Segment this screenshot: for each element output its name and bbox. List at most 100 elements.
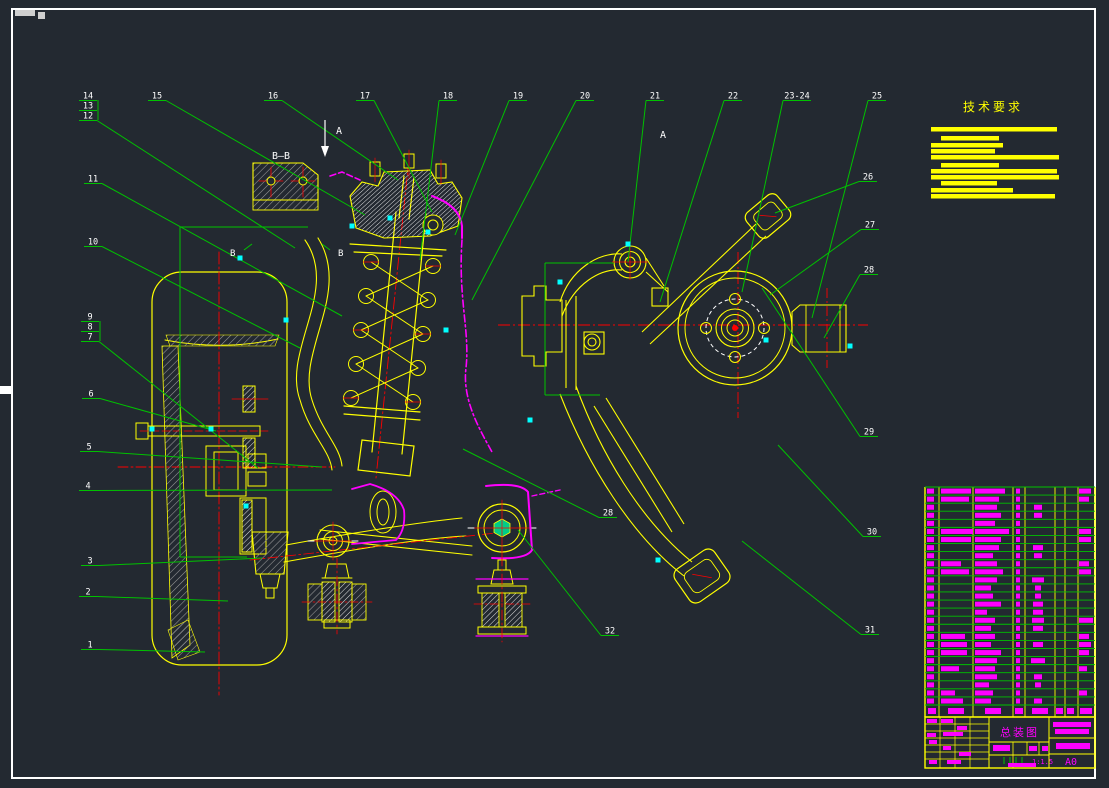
table-header-text [1067, 708, 1074, 714]
table-cell-text [975, 521, 995, 526]
title-block-text [929, 740, 937, 744]
table-cell-text [1016, 650, 1020, 655]
table-cell-text [1016, 577, 1020, 582]
title-block-text [927, 719, 937, 723]
tech-requirement-line [941, 136, 999, 141]
table-cell-text [975, 666, 995, 671]
title-block-text [929, 760, 937, 764]
plot-stamp-mark [38, 12, 45, 19]
title-block-text [1042, 746, 1048, 751]
callout-8: 8 [87, 323, 92, 333]
table-cell-text [1079, 650, 1089, 655]
leader-line [98, 452, 322, 468]
table-cell-text [1016, 594, 1020, 599]
tech-requirement-line [931, 194, 1055, 199]
table-cell-text [1016, 489, 1020, 494]
upper-link [642, 224, 766, 344]
callout-28: 28 [864, 266, 874, 276]
sheet-size: A0 [1065, 757, 1077, 768]
title-block-text [941, 719, 953, 723]
title-block-text [1053, 722, 1091, 727]
callout-25: 25 [872, 92, 882, 102]
title-block-text [993, 745, 1010, 751]
callout-32: 32 [605, 627, 615, 637]
section-bb-label: B—B [272, 151, 290, 162]
table-cell-text [975, 658, 997, 663]
lower-arm [284, 518, 472, 562]
node-marker [209, 427, 214, 432]
table-cell-text [927, 497, 934, 502]
drawing-sheet: 141312151617181920212223-242511109876543… [0, 0, 1109, 788]
bushing-detail-left [302, 558, 372, 634]
table-row [927, 594, 1041, 599]
table-header-text [1032, 708, 1048, 714]
table-cell-text [927, 634, 934, 639]
table-cell-text [975, 513, 1001, 518]
table-cell-text [1079, 489, 1091, 494]
table-cell-text [927, 513, 934, 518]
table-row [927, 610, 1043, 615]
tech-requirement-line [941, 181, 997, 186]
table-cell-text [1016, 521, 1020, 526]
table-cell-text [927, 585, 934, 590]
knuckle [296, 238, 342, 470]
tech-requirements: 技术要求 [931, 100, 1059, 199]
table-row [927, 489, 1091, 494]
table-cell-text [1034, 674, 1042, 679]
tech-requirement-line [931, 149, 995, 154]
tech-requirement-line [931, 175, 1059, 180]
callout-14: 14 [83, 92, 93, 102]
table-cell-text [975, 690, 993, 695]
section-a-arrowhead [321, 146, 329, 157]
table-cell-text [1016, 618, 1020, 623]
title-block-text [943, 732, 963, 736]
title-block-text [1029, 746, 1037, 751]
table-cell-text [975, 545, 999, 550]
callout-12: 12 [83, 112, 93, 122]
table-cell-text [1034, 699, 1042, 704]
table-cell-text [927, 658, 934, 663]
table-row [927, 545, 1043, 550]
table-cell-text [927, 594, 934, 599]
table-row [927, 682, 1041, 687]
section-bb-detail [253, 163, 318, 210]
table-cell-text [1079, 497, 1089, 502]
table-row [927, 658, 1045, 663]
table-cell-text [927, 674, 934, 679]
table-cell-text [1016, 634, 1020, 639]
title-block-text [1008, 763, 1036, 767]
table-header-text [948, 708, 964, 714]
table-cell-text [1016, 690, 1020, 695]
leader-line [762, 288, 860, 437]
table-cell-text [1032, 577, 1044, 582]
table-cell-text [941, 529, 973, 534]
table-cell-text [1034, 553, 1042, 558]
table-cell-text [975, 489, 1005, 494]
table-cell-text [975, 650, 1001, 655]
callout-9: 9 [87, 313, 92, 323]
table-cell-text [1079, 666, 1087, 671]
table-row [927, 642, 1091, 647]
callout-1: 1 [87, 641, 92, 651]
ball-joint [252, 532, 288, 598]
callout-29: 29 [864, 428, 874, 438]
table-cell-text [927, 690, 934, 695]
table-cell-text [1016, 626, 1020, 631]
table-cell-text [975, 505, 997, 510]
table-header-text [1015, 708, 1023, 714]
callout-20: 20 [580, 92, 590, 102]
leader-line [778, 445, 863, 537]
hub-flange [522, 286, 562, 366]
callout-11: 11 [88, 175, 98, 185]
coil-spring [344, 255, 441, 410]
table-cell-text [975, 610, 987, 615]
title-block-text [947, 760, 961, 764]
table-cell-text [1033, 642, 1043, 647]
drawing-title: 总装图 [1000, 725, 1039, 739]
title-block-text [959, 752, 971, 756]
callout-numbers: 141312151617181920212223-242511109876543… [83, 92, 882, 651]
table-cell-text [1079, 634, 1089, 639]
table-cell-text [927, 489, 934, 494]
table-header-text [1080, 708, 1092, 714]
title-block-text [927, 733, 936, 737]
